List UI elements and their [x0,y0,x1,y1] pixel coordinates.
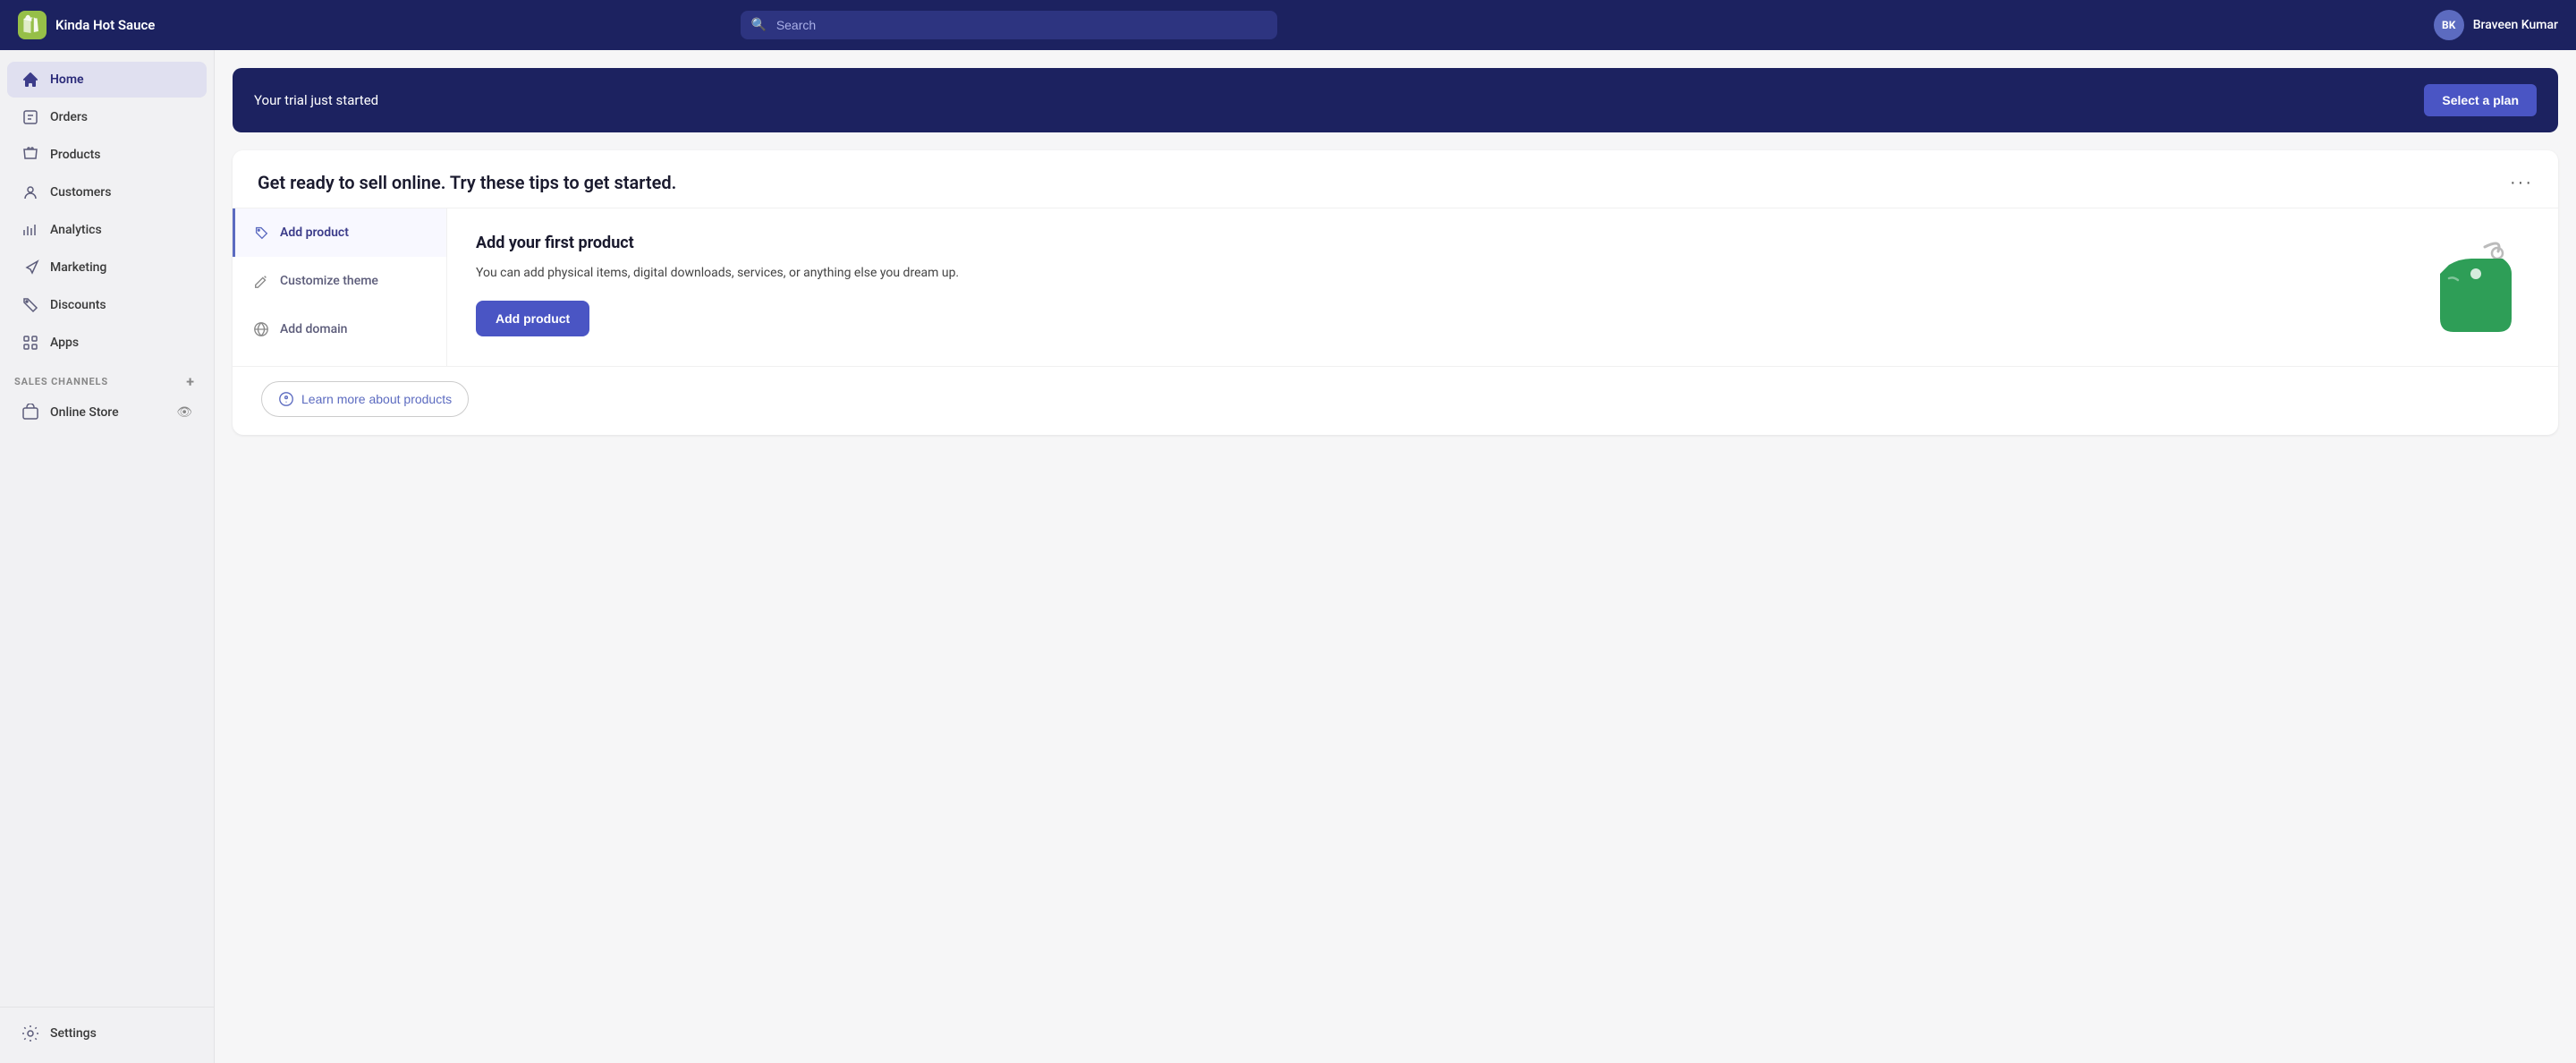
sidebar-item-marketing-label: Marketing [50,260,106,275]
sidebar-item-orders-label: Orders [50,110,88,124]
tips-header: Get ready to sell online. Try these tips… [233,150,2558,208]
store-name: Kinda Hot Sauce [55,17,155,33]
discounts-icon [21,296,39,314]
settings-label: Settings [50,1026,97,1041]
sidebar-item-home-label: Home [50,72,84,87]
learn-more-button[interactable]: Learn more about products [261,381,469,417]
sidebar-item-marketing[interactable]: Marketing [7,250,207,285]
tips-menu-add-product-label: Add product [280,225,349,240]
main-content: Your trial just started Select a plan Ge… [215,50,2576,1063]
search-icon: 🔍 [751,18,767,32]
home-icon [21,71,39,89]
orders-icon [21,108,39,126]
sidebar-item-online-store[interactable]: Online Store 👁 [7,395,207,430]
products-icon [21,146,39,164]
sidebar-item-analytics-label: Analytics [50,223,102,237]
tips-more-button[interactable]: ··· [2510,173,2533,193]
sidebar-item-analytics[interactable]: Analytics [7,212,207,248]
sales-channels-section: SALES CHANNELS + [0,361,214,394]
tips-title: Get ready to sell online. Try these tips… [258,172,676,193]
sidebar-item-products[interactable]: Products [7,137,207,173]
sidebar-item-customers-label: Customers [50,185,111,200]
sidebar-item-settings[interactable]: Settings [7,1016,207,1051]
online-store-icon [21,404,39,421]
tips-menu-item-add-product[interactable]: Add product [233,208,446,257]
tips-menu-domain-label: Add domain [280,322,347,336]
tips-menu-item-add-domain[interactable]: Add domain [233,305,446,353]
tips-footer: Learn more about products [233,366,2558,435]
eye-icon[interactable]: 👁 [176,405,192,420]
search-bar: 🔍 [741,11,1277,39]
sidebar: Home Orders Products Customers Analytics… [0,50,215,1063]
topnav: Kinda Hot Sauce 🔍 BK Braveen Kumar [0,0,2576,50]
tips-content-desc: You can add physical items, digital down… [476,263,2401,283]
marketing-icon [21,259,39,276]
tips-menu: Add product Customize theme Add domain [233,208,447,366]
learn-more-label: Learn more about products [301,392,452,406]
analytics-icon [21,221,39,239]
sidebar-item-customers[interactable]: Customers [7,174,207,210]
customers-icon [21,183,39,201]
sidebar-item-discounts[interactable]: Discounts [7,287,207,323]
shopify-icon [18,11,47,39]
help-icon [278,391,294,407]
sidebar-item-apps-label: Apps [50,336,79,350]
add-sales-channel-button[interactable]: + [182,372,199,390]
sidebar-item-products-label: Products [50,148,101,162]
sidebar-item-apps[interactable]: Apps [7,325,207,361]
tips-content-title: Add your first product [476,234,2401,252]
paint-icon [253,273,269,289]
sidebar-item-home[interactable]: Home [7,62,207,98]
user-name: Braveen Kumar [2473,18,2558,32]
search-input[interactable] [741,11,1277,39]
tips-card: Get ready to sell online. Try these tips… [233,150,2558,435]
sidebar-item-orders[interactable]: Orders [7,99,207,135]
user-menu[interactable]: BK Braveen Kumar [2434,10,2558,40]
tips-menu-customize-label: Customize theme [280,274,378,288]
product-illustration [2422,234,2529,341]
trial-text: Your trial just started [254,92,378,108]
globe-icon [253,321,269,337]
avatar: BK [2434,10,2464,40]
settings-icon [21,1025,39,1042]
tag-icon [253,225,269,241]
tips-menu-item-customize-theme[interactable]: Customize theme [233,257,446,305]
select-plan-button[interactable]: Select a plan [2424,84,2537,116]
sidebar-item-discounts-label: Discounts [50,298,106,312]
tips-body: Add product Customize theme Add domain [233,208,2558,366]
store-logo[interactable]: Kinda Hot Sauce [18,11,155,39]
apps-icon [21,334,39,352]
online-store-label: Online Store [50,405,119,420]
trial-banner: Your trial just started Select a plan [233,68,2558,132]
tips-content: Add your first product You can add physi… [447,208,2558,366]
add-product-button[interactable]: Add product [476,301,589,336]
